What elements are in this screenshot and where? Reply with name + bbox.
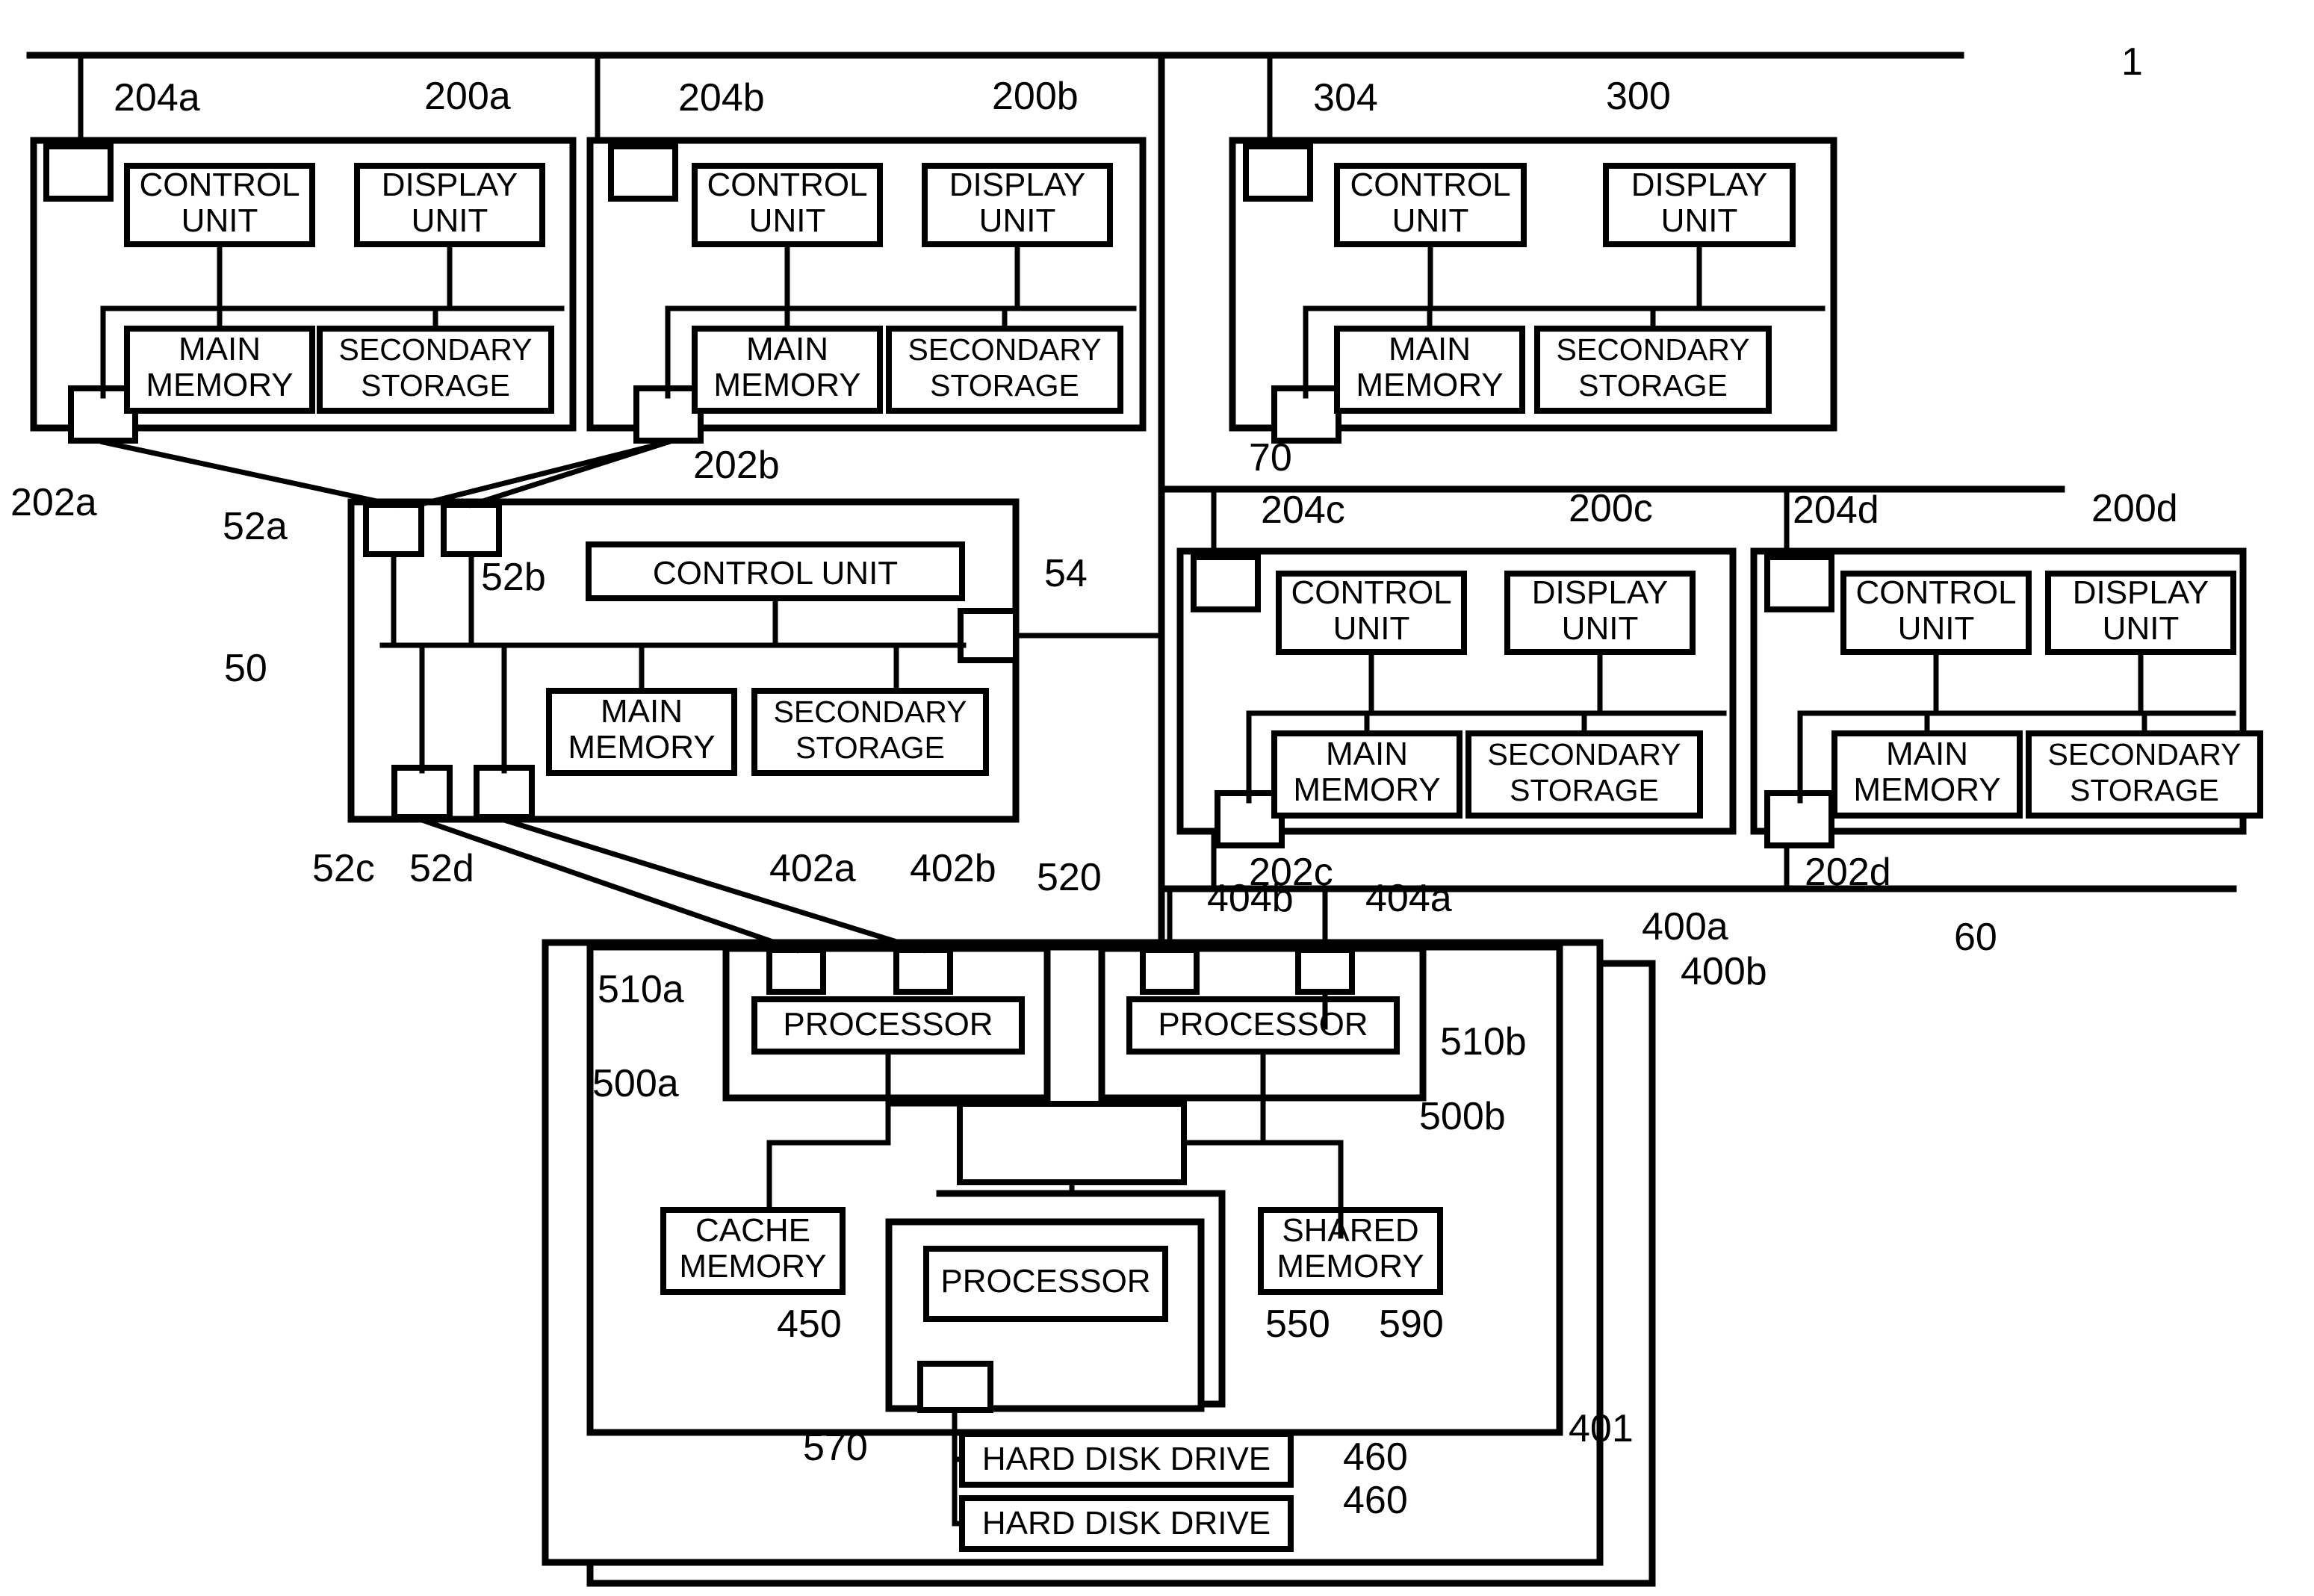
ref-300 bbox=[1576, 105, 1601, 139]
ref-label-510b: 510b bbox=[1440, 1020, 1527, 1064]
ref-label-204b: 204b bbox=[678, 76, 765, 119]
ref-label-500a: 500a bbox=[592, 1062, 679, 1105]
block-label-processor: PROCESSOR bbox=[1158, 1006, 1368, 1043]
ref-label-204c: 204c bbox=[1261, 488, 1345, 532]
ref-label-70: 70 bbox=[1249, 436, 1292, 479]
ref-label-510a: 510a bbox=[598, 968, 684, 1011]
ref-200d bbox=[2062, 517, 2087, 550]
ref-label-550: 550 bbox=[1265, 1302, 1330, 1346]
block-label-shared-memory: SHARED MEMORY bbox=[1277, 1212, 1424, 1285]
ref-60 bbox=[1931, 893, 1948, 948]
ref-label-404b: 404b bbox=[1207, 877, 1294, 920]
ref-label-304: 304 bbox=[1313, 76, 1378, 119]
block-label-processor: PROCESSOR bbox=[783, 1006, 993, 1043]
ref-label-52d: 52d bbox=[409, 847, 474, 890]
block-label-cache-memory: CACHE MEMORY bbox=[679, 1212, 826, 1285]
storage-shared-memory: SHARED MEMORY bbox=[1258, 1207, 1443, 1295]
ref-label-404a: 404a bbox=[1365, 877, 1452, 920]
ref-202b bbox=[674, 442, 687, 471]
ref-label-52a: 52a bbox=[223, 505, 288, 548]
link-52d-to-402b bbox=[500, 816, 927, 954]
ref-label-54: 54 bbox=[1044, 552, 1088, 595]
ref-label-200d: 200d bbox=[2091, 487, 2178, 530]
ref-202a bbox=[64, 441, 84, 482]
figure-ref-leader bbox=[1994, 59, 2106, 73]
figure-ref-number: 1 bbox=[2121, 40, 2143, 84]
ref-label-204a: 204a bbox=[114, 76, 200, 119]
storage-hdd-1: HARD DISK DRIVE bbox=[952, 1431, 1294, 1488]
server-50: CONTROL UNIT MAIN MEMORY SECONDARY STORAGE bbox=[347, 498, 1164, 823]
ref-200b bbox=[962, 105, 987, 139]
storage-controller-500b: PROCESSOR bbox=[1098, 945, 1427, 1107]
ref-label-202b: 202b bbox=[693, 444, 780, 487]
ref-label-50: 50 bbox=[224, 647, 267, 690]
ref-label-460-2: 460 bbox=[1343, 1479, 1408, 1522]
ref-label-202a: 202a bbox=[10, 481, 97, 524]
ref-label-402b: 402b bbox=[910, 847, 996, 890]
block-label-hard-disk-drive: HARD DISK DRIVE bbox=[982, 1441, 1271, 1477]
ref-label-300: 300 bbox=[1606, 75, 1671, 118]
ref-label-200b: 200b bbox=[992, 75, 1079, 118]
ref-50 bbox=[290, 676, 351, 707]
ref-label-590: 590 bbox=[1379, 1302, 1444, 1346]
ref-label-500b: 500b bbox=[1419, 1095, 1506, 1138]
ref-label-460-1: 460 bbox=[1343, 1435, 1408, 1479]
ref-label-200c: 200c bbox=[1569, 487, 1653, 530]
block-label-hard-disk-drive: HARD DISK DRIVE bbox=[982, 1505, 1271, 1541]
ref-label-400b: 400b bbox=[1681, 950, 1767, 993]
ref-label-450: 450 bbox=[777, 1302, 842, 1346]
patent-figure: 1 CONTROL UNIT DISPLAY UNIT MAIN MEMORY SEC… bbox=[0, 0, 2314, 1596]
block-label-processor: PROCESSOR bbox=[940, 1263, 1150, 1300]
ref-label-200a: 200a bbox=[424, 75, 511, 118]
ref-label-52b: 52b bbox=[481, 556, 546, 599]
ref-label-400a: 400a bbox=[1642, 905, 1728, 948]
ref-label-402a: 402a bbox=[769, 847, 856, 890]
ref-label-60: 60 bbox=[1954, 916, 1997, 959]
storage-cache-memory: CACHE MEMORY bbox=[660, 1207, 846, 1295]
link-52c-to-402a bbox=[418, 816, 800, 954]
ref-200c bbox=[1539, 517, 1564, 550]
ref-200a bbox=[394, 105, 420, 139]
ref-label-401: 401 bbox=[1569, 1407, 1634, 1450]
link-202a-to-52a bbox=[99, 438, 397, 509]
ref-70 bbox=[1165, 442, 1244, 463]
link-202b-to-52b bbox=[415, 438, 671, 509]
computer-200d: CONTROL UNIT DISPLAY UNIT MAIN MEMORY SECON… bbox=[1750, 486, 2263, 892]
storage-controller-500a: PROCESSOR bbox=[722, 945, 1051, 1107]
ref-label-52c: 52c bbox=[312, 847, 375, 890]
block-label-control-unit: CONTROL UNIT bbox=[653, 555, 898, 591]
computer-200c: CONTROL UNIT DISPLAY UNIT MAIN MEMORY SECON… bbox=[1176, 486, 1737, 892]
ref-label-204d: 204d bbox=[1793, 488, 1879, 532]
ref-label-520: 520 bbox=[1037, 856, 1102, 899]
ref-label-570: 570 bbox=[803, 1426, 868, 1469]
